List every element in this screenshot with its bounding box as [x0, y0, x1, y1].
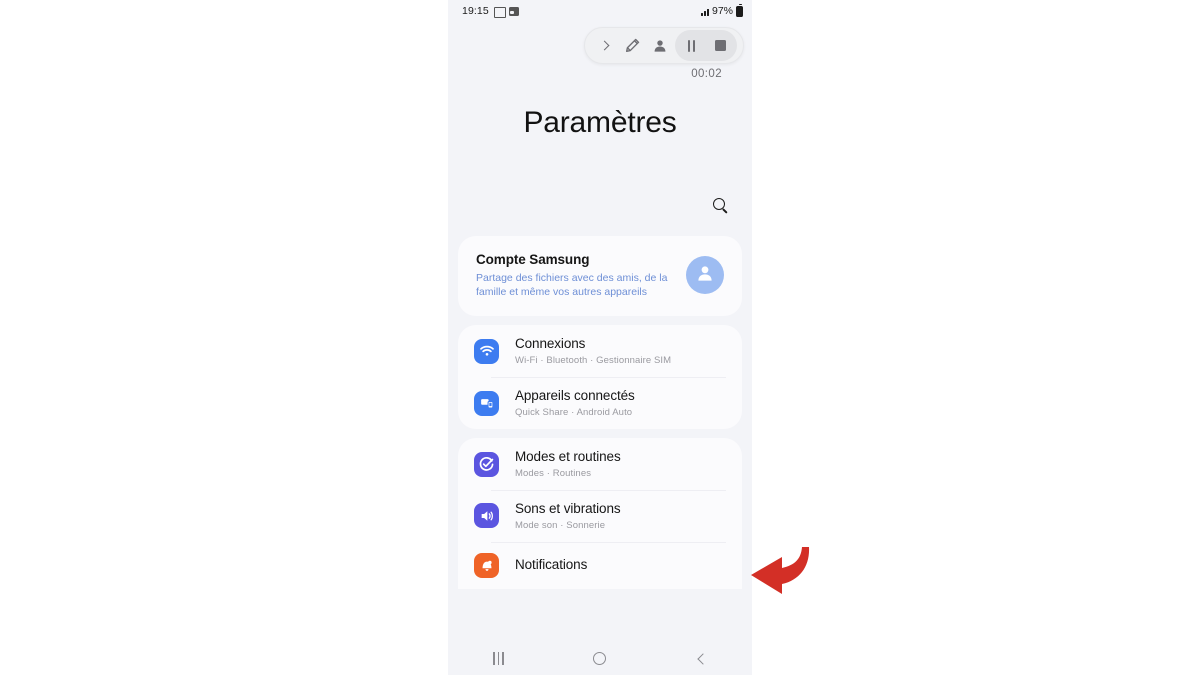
- search-icon: [713, 198, 725, 210]
- settings-row-notifications[interactable]: Notifications: [458, 541, 742, 589]
- settings-row-text: Connexions Wi-Fi · Bluetooth · Gestionna…: [515, 336, 728, 366]
- home-icon: [593, 652, 607, 665]
- status-bar-clock: 19:15: [462, 5, 489, 17]
- samsung-account-row[interactable]: Compte Samsung Partage des fichiers avec…: [458, 236, 742, 316]
- settings-row-appareils-connectes[interactable]: Appareils connectés Quick Share · Androi…: [458, 377, 742, 429]
- settings-row-title: Appareils connectés: [515, 388, 635, 404]
- settings-row-title: Notifications: [515, 556, 588, 572]
- settings-row-subtitle: Modes · Routines: [515, 467, 592, 479]
- settings-row-text: Notifications: [515, 557, 728, 574]
- sound-vibration-icon: [474, 503, 499, 529]
- connected-devices-icon: [474, 390, 499, 416]
- settings-group-modes: Modes et routines Modes · Routines Sons …: [458, 438, 742, 589]
- modes-routines-icon: [474, 451, 499, 477]
- gallery-icon: [508, 6, 519, 16]
- status-bar-left: 19:15: [462, 5, 519, 18]
- samsung-account-text: Compte Samsung Partage des fichiers avec…: [476, 252, 686, 299]
- wifi-icon: [474, 338, 499, 364]
- status-bar: 19:15 97%: [448, 0, 752, 22]
- samsung-account-title: Compte Samsung: [476, 252, 590, 267]
- home-button[interactable]: [574, 645, 626, 673]
- settings-row-title: Sons et vibrations: [515, 500, 621, 516]
- settings-group-connections: Connexions Wi-Fi · Bluetooth · Gestionna…: [458, 325, 742, 430]
- search-button[interactable]: [705, 190, 733, 218]
- page-title: Paramètres: [523, 106, 677, 139]
- smart-select-icon: [493, 6, 506, 18]
- screenshot-canvas: 19:15 97% 00:02 Paramètres Compte Samsun…: [0, 0, 1200, 675]
- back-chevron-icon: [697, 652, 709, 665]
- system-navigation-bar: [448, 642, 752, 675]
- settings-row-subtitle: Wi-Fi · Bluetooth · Gestionnaire SIM: [515, 355, 672, 367]
- person-avatar-icon: [695, 263, 715, 288]
- settings-row-title: Modes et routines: [515, 449, 621, 465]
- recents-button[interactable]: [473, 645, 525, 673]
- settings-header: Paramètres: [448, 22, 752, 236]
- annotation-arrow: [746, 544, 812, 604]
- recents-icon: [493, 652, 505, 665]
- settings-row-connexions[interactable]: Connexions Wi-Fi · Bluetooth · Gestionna…: [458, 325, 742, 377]
- phone-screen: 19:15 97% 00:02 Paramètres Compte Samsun…: [448, 0, 752, 675]
- notifications-icon: [474, 552, 499, 578]
- status-bar-right: 97%: [700, 3, 743, 17]
- avatar[interactable]: [686, 256, 724, 294]
- red-curved-arrow: [751, 547, 810, 594]
- back-button[interactable]: [675, 645, 727, 673]
- samsung-account-subtitle: Partage des fichiers avec des amis, de l…: [476, 272, 668, 299]
- battery-percent-label: 97%: [711, 5, 733, 17]
- settings-row-modes-et-routines[interactable]: Modes et routines Modes · Routines: [458, 438, 742, 490]
- settings-row-subtitle: Mode son · Sonnerie: [515, 519, 606, 531]
- battery-icon: [736, 3, 743, 17]
- settings-row-subtitle: Quick Share · Android Auto: [515, 407, 633, 419]
- settings-row-sons-et-vibrations[interactable]: Sons et vibrations Mode son · Sonnerie: [458, 489, 742, 542]
- settings-row-text: Modes et routines Modes · Routines: [515, 449, 728, 479]
- samsung-account-card[interactable]: Compte Samsung Partage des fichiers avec…: [458, 236, 742, 317]
- settings-row-title: Connexions: [515, 336, 586, 352]
- signal-bars-icon: [700, 7, 709, 16]
- settings-row-text: Sons et vibrations Mode son · Sonnerie: [515, 501, 728, 531]
- settings-row-text: Appareils connectés Quick Share · Androi…: [515, 388, 728, 418]
